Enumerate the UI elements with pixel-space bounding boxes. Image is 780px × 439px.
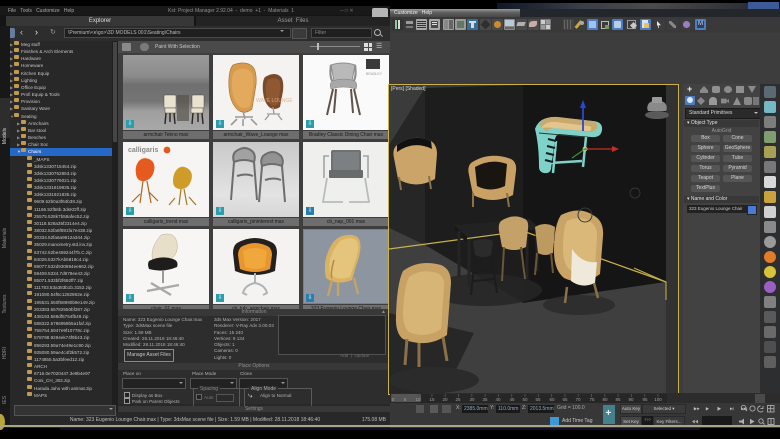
svg-text:20: 20 — [442, 397, 448, 402]
svg-text:45: 45 — [509, 397, 515, 402]
svg-text:40: 40 — [495, 397, 501, 402]
svg-text:70: 70 — [575, 397, 581, 402]
svg-text:BRADLEY: BRADLEY — [366, 72, 383, 76]
svg-text:50: 50 — [522, 397, 528, 402]
svg-text:25: 25 — [455, 397, 461, 402]
svg-text:10: 10 — [415, 397, 421, 402]
svg-text:calligaris: calligaris — [128, 147, 158, 154]
svg-text:100: 100 — [654, 397, 662, 402]
svg-text:60: 60 — [549, 397, 555, 402]
svg-text:80: 80 — [602, 397, 608, 402]
svg-text:90: 90 — [628, 397, 634, 402]
svg-text:15: 15 — [429, 397, 435, 402]
svg-text:95: 95 — [642, 397, 648, 402]
svg-text:85: 85 — [615, 397, 621, 402]
svg-text:30: 30 — [469, 397, 475, 402]
svg-text:55: 55 — [535, 397, 541, 402]
svg-text:75: 75 — [589, 397, 595, 402]
svg-text:35: 35 — [482, 397, 488, 402]
svg-text:65: 65 — [562, 397, 568, 402]
svg-text:WAVE LOUNGE: WAVE LOUNGE — [256, 98, 293, 104]
